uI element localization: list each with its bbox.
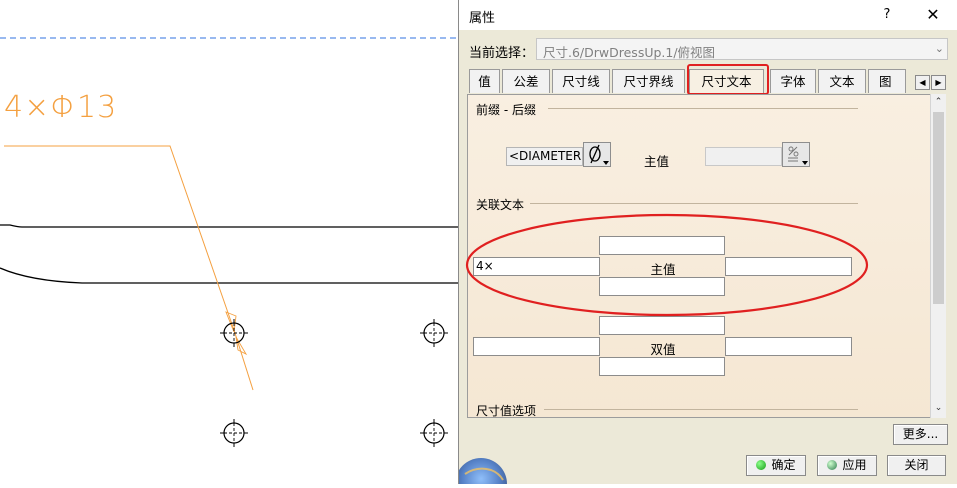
leader-line	[4, 145, 235, 331]
tab-scroll-right-icon[interactable]: ▶	[931, 75, 946, 90]
drawing-svg	[0, 37, 460, 447]
hole-marker-2[interactable]	[420, 319, 448, 347]
properties-dialog: 属性 ? ✕ 当前选择： 尺寸.6/DrwDressUp.1/俯视图 ⌄ 值 公…	[458, 0, 957, 484]
ok-button[interactable]: 确定	[746, 455, 806, 476]
group-divider	[530, 203, 858, 204]
tab-graphic[interactable]: 图	[868, 69, 906, 93]
associated-dual-value-label: 双值	[650, 342, 676, 357]
current-selection-label: 当前选择：	[469, 46, 535, 61]
associated-main-value-label: 主值	[650, 262, 676, 277]
associated-text-heading: 关联文本	[476, 198, 525, 212]
tab-extension-line[interactable]: 尺寸界线	[612, 69, 685, 93]
hole-marker-4[interactable]	[420, 419, 448, 447]
dimension-value-options-heading: 尺寸值选项	[476, 404, 537, 418]
dialog-titlebar[interactable]: 属性 ? ✕	[459, 0, 957, 30]
current-selection-row: 当前选择： 尺寸.6/DrwDressUp.1/俯视图 ⌄	[459, 36, 957, 64]
scroll-up-icon[interactable]: ⌃	[931, 94, 946, 110]
dual-value-upper-field[interactable]	[599, 316, 725, 335]
prefix-suffix-heading: 前缀 - 后缀	[476, 103, 536, 117]
ok-led-icon	[756, 460, 767, 470]
ok-button-label: 确定	[771, 458, 796, 472]
suffix-field	[705, 147, 782, 166]
hole-marker-3[interactable]	[220, 419, 248, 447]
dialog-title: 属性	[469, 11, 496, 26]
apply-button[interactable]: 应用	[817, 455, 877, 476]
apply-button-label: 应用	[842, 458, 867, 472]
more-button[interactable]: 更多...	[893, 424, 948, 445]
tab-value[interactable]: 值	[469, 69, 500, 93]
dual-value-prefix-field[interactable]	[473, 337, 600, 356]
dimension-text-panel: 前缀 - 后缀 <DIAMETER 主值 关联文本 4× 主值 双值 尺寸值选项	[467, 94, 946, 418]
main-value-lower-field[interactable]	[599, 277, 725, 296]
main-value-suffix-field[interactable]	[725, 257, 852, 276]
group-divider	[548, 108, 858, 109]
tab-scroll-left-icon[interactable]: ◀	[915, 75, 930, 90]
diameter-symbol-field[interactable]: <DIAMETER	[506, 147, 583, 166]
tab-dimension-line[interactable]: 尺寸线	[552, 69, 610, 93]
tab-text[interactable]: 文本	[818, 69, 866, 93]
scrollbar-thumb[interactable]	[933, 112, 944, 304]
help-button[interactable]: ?	[875, 3, 899, 27]
scroll-down-icon[interactable]: ⌄	[931, 400, 946, 416]
dimension-annotation-text[interactable]: 4×Φ13	[4, 90, 117, 125]
tab-font[interactable]: 字体	[770, 69, 816, 93]
dual-value-suffix-field[interactable]	[725, 337, 852, 356]
part-bottom-edge	[0, 267, 460, 284]
main-value-prefix-field[interactable]: 4×	[473, 257, 600, 276]
suffix-symbol-button[interactable]	[782, 142, 810, 167]
drawing-canvas[interactable]: 4×Φ13	[0, 0, 460, 484]
hole-marker-1[interactable]	[220, 319, 248, 347]
apply-led-icon	[827, 460, 838, 470]
dual-value-lower-field[interactable]	[599, 357, 725, 376]
tab-dimension-text[interactable]: 尺寸文本	[689, 69, 764, 94]
group-divider	[544, 409, 858, 410]
current-selection-value: 尺寸.6/DrwDressUp.1/俯视图	[543, 45, 716, 60]
insert-symbol-icon	[788, 146, 808, 165]
tab-tolerance[interactable]: 公差	[502, 69, 550, 93]
panel-scrollbar[interactable]: ⌃ ⌄	[930, 94, 946, 418]
main-value-upper-field[interactable]	[599, 236, 725, 255]
current-selection-combobox[interactable]: 尺寸.6/DrwDressUp.1/俯视图 ⌄	[536, 38, 948, 60]
close-button[interactable]: 关闭	[887, 455, 946, 476]
close-window-button[interactable]: ✕	[921, 3, 945, 27]
prefix-main-value-label: 主值	[644, 154, 670, 169]
part-top-edge	[0, 224, 460, 228]
diameter-symbol-button[interactable]	[583, 142, 611, 167]
diameter-symbol-icon	[589, 144, 609, 165]
chevron-down-icon[interactable]: ⌄	[935, 42, 944, 55]
catia-globe-icon	[459, 458, 507, 484]
